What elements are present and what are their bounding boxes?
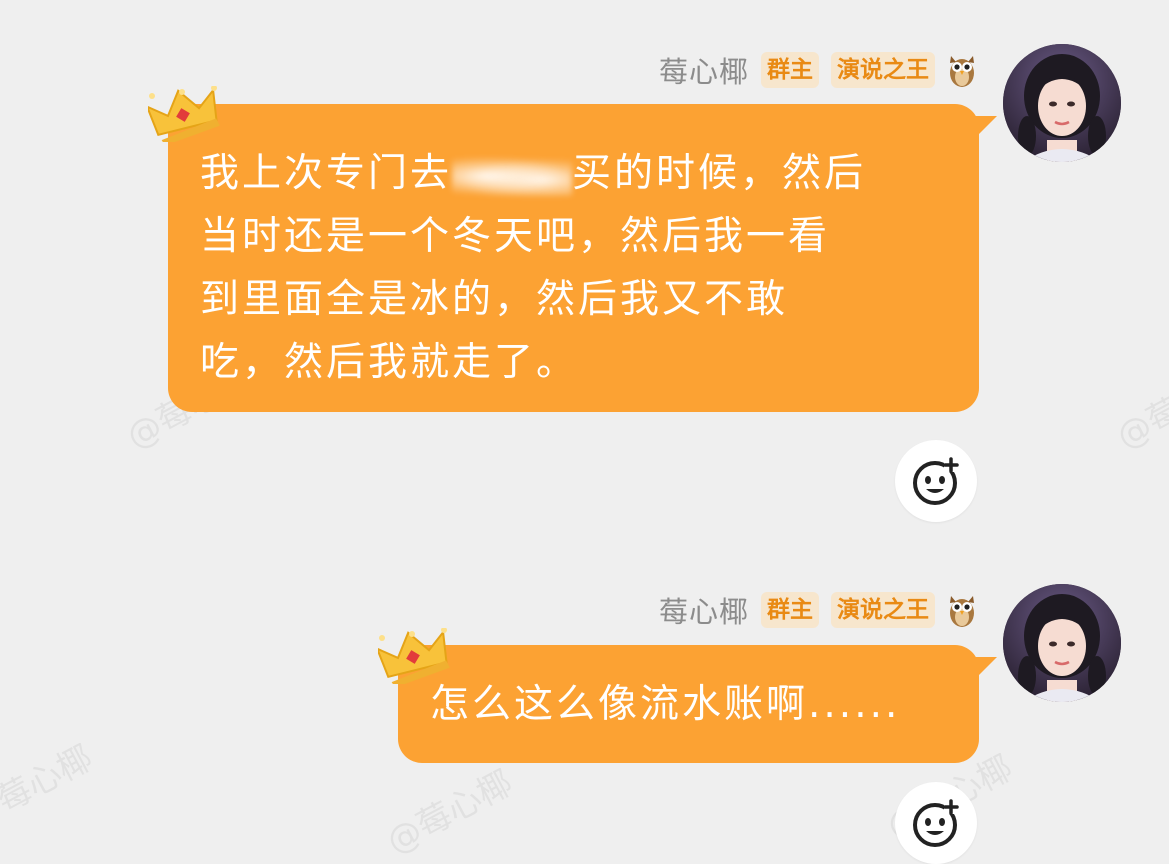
message-bubble[interactable]: 怎么这么像流水账啊......	[398, 645, 979, 763]
role-badge: 群主	[761, 52, 819, 88]
sender-name[interactable]: 莓心椰	[659, 49, 749, 91]
message-bubble[interactable]: 我上次专门去 买的时候，然后 当时还是一个冬天吧，然后我一看 到里面全是冰的，然后…	[168, 104, 979, 412]
add-emoji-icon	[913, 457, 959, 505]
crown-icon	[148, 86, 220, 142]
avatar[interactable]	[1003, 584, 1121, 702]
watermark: @莓心椰	[1110, 358, 1169, 458]
bubble-tail	[975, 116, 997, 138]
owl-icon	[950, 596, 974, 627]
redaction-blur	[452, 155, 573, 196]
add-emoji-icon	[913, 799, 959, 847]
watermark: @莓心椰	[0, 738, 100, 838]
watermark: @莓心椰	[380, 763, 520, 863]
title-badge: 演说之王	[831, 592, 935, 628]
message-text: 怎么这么像流水账啊......	[430, 682, 901, 727]
add-reaction-button[interactable]	[895, 440, 977, 522]
title-badge: 演说之王	[831, 52, 935, 88]
message-header: 莓心椰 群主 演说之王	[659, 50, 977, 90]
message-text: 吃，然后我就走了。	[200, 340, 579, 385]
avatar[interactable]	[1003, 44, 1121, 162]
message-text: 到里面全是冰的，然后我又不敢	[200, 277, 789, 322]
role-badge: 群主	[761, 592, 819, 628]
crown-icon	[378, 628, 450, 684]
owl-icon	[950, 56, 974, 87]
message-header: 莓心椰 群主 演说之王	[659, 590, 977, 630]
add-reaction-button[interactable]	[895, 782, 977, 864]
message-text: 当时还是一个冬天吧，然后我一看	[200, 214, 831, 259]
message-text: 买的时候，然后	[572, 151, 867, 196]
bubble-tail	[975, 657, 997, 679]
message-text: 我上次专门去	[200, 151, 453, 196]
sender-name[interactable]: 莓心椰	[659, 589, 749, 631]
